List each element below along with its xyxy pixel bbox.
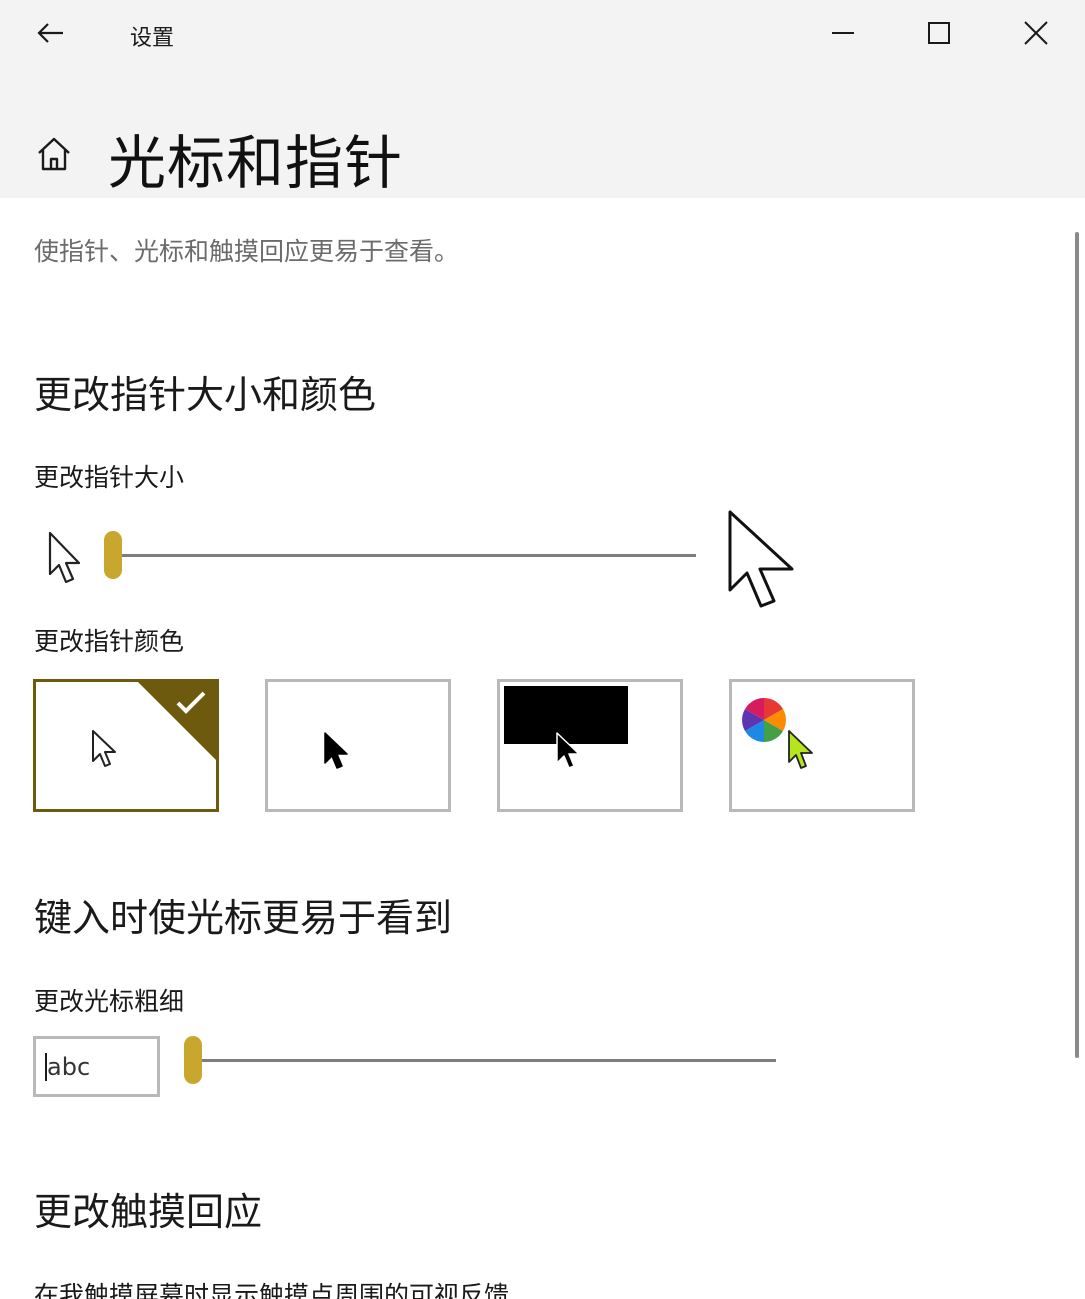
cursor-preview-box: abc — [33, 1036, 160, 1097]
vertical-scrollbar[interactable] — [1075, 232, 1079, 1058]
pointer-color-inverted-option[interactable] — [497, 679, 683, 812]
intro-text: 使指针、光标和触摸回应更易于查看。 — [34, 237, 460, 266]
black-pointer-icon — [324, 732, 348, 769]
color-wheel-icon — [742, 698, 786, 742]
custom-color-pointer-icon — [788, 730, 813, 769]
slider-thumb[interactable] — [104, 531, 122, 579]
minimize-button[interactable] — [813, 10, 873, 56]
pointer-size-label: 更改指针大小 — [34, 463, 185, 492]
pointer-color-white-option[interactable] — [33, 679, 219, 812]
app-title: 设置 — [130, 26, 175, 51]
pointer-section-title: 更改指针大小和颜色 — [34, 373, 377, 417]
pointer-color-black-option[interactable] — [265, 679, 451, 812]
checkmark-icon — [176, 691, 206, 714]
slider-track — [104, 554, 696, 557]
pointer-color-label: 更改指针颜色 — [34, 627, 185, 656]
close-button[interactable] — [1006, 10, 1066, 56]
close-icon — [1024, 21, 1048, 45]
large-pointer-icon — [728, 510, 794, 608]
title-bar: 设置 — [0, 0, 1085, 68]
slider-thumb[interactable] — [184, 1036, 202, 1084]
touch-section-title: 更改触摸回应 — [34, 1190, 263, 1234]
pointer-color-custom-option[interactable] — [729, 679, 915, 812]
small-pointer-icon — [48, 531, 81, 584]
cursor-thickness-label: 更改光标粗细 — [34, 987, 185, 1016]
slider-track — [184, 1059, 776, 1062]
white-pointer-icon — [92, 730, 116, 767]
touch-feedback-label: 在我触摸屏幕时显示触摸点周围的可视反馈 — [34, 1281, 510, 1299]
maximize-button[interactable] — [909, 10, 969, 56]
pointer-size-slider[interactable] — [104, 531, 696, 581]
cursor-section-title: 键入时使光标更易于看到 — [34, 896, 453, 940]
page-header: 光标和指针 — [0, 68, 1085, 198]
inverted-pointer-icon — [556, 732, 580, 769]
arrow-left-icon — [37, 23, 63, 43]
back-button[interactable] — [28, 14, 72, 52]
maximize-icon — [928, 22, 950, 44]
home-icon[interactable] — [32, 132, 76, 176]
cursor-preview-text: abc — [47, 1053, 91, 1081]
cursor-thickness-slider[interactable] — [184, 1036, 776, 1086]
page-title: 光标和指针 — [108, 129, 404, 197]
minimize-icon — [832, 32, 854, 34]
